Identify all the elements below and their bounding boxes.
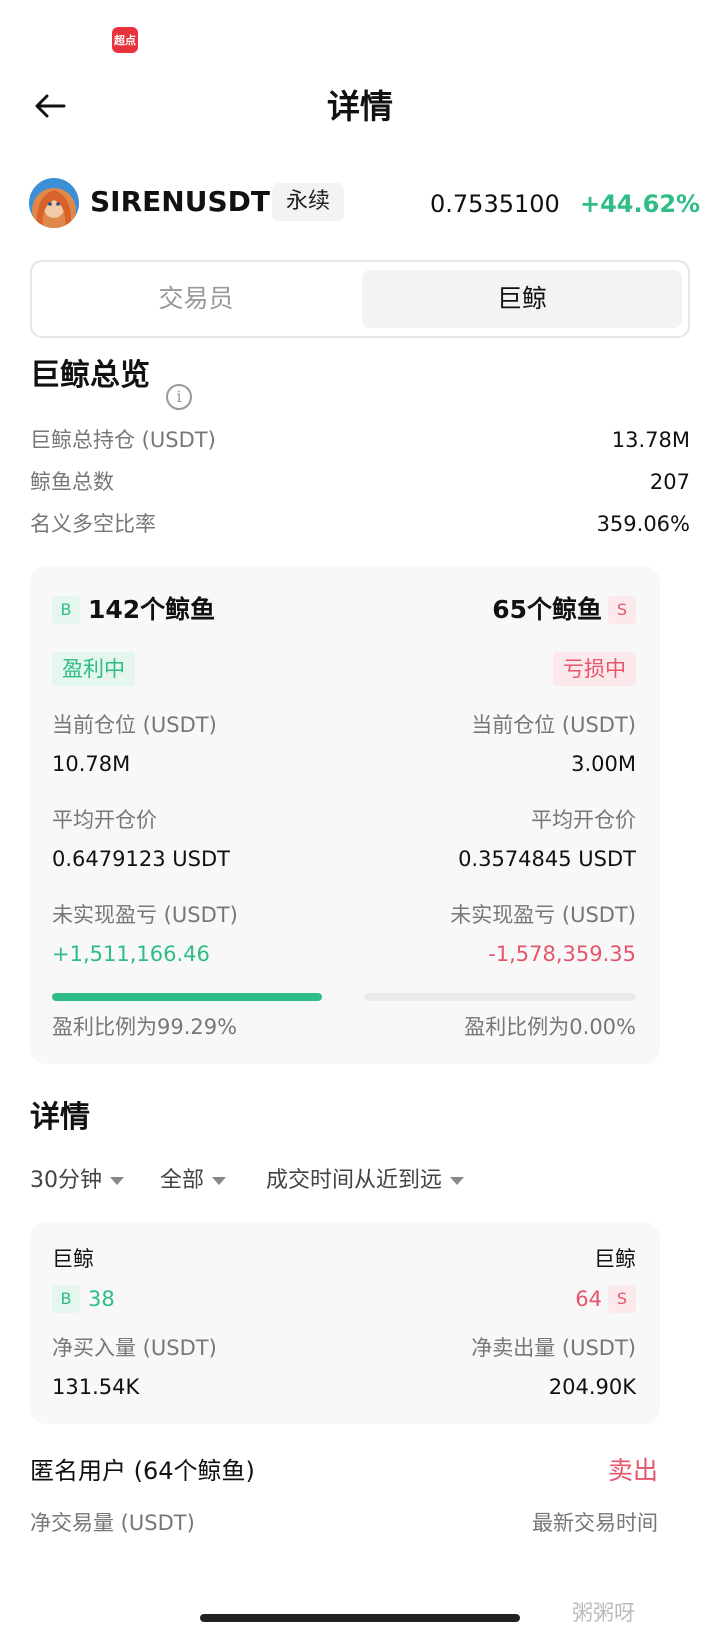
long-avg-price-label: 平均开仓价	[52, 808, 157, 832]
long-profit-ratio: 盈利比例为99.29%	[52, 1015, 238, 1039]
short-position-label: 当前仓位 (USDT)	[471, 713, 636, 737]
anon-users-title: 匿名用户 (64个鲸鱼)	[30, 1457, 255, 1485]
page-title: 详情	[327, 87, 393, 126]
token-avatar	[29, 178, 79, 228]
loss-status-badge: 亏损中	[553, 652, 636, 686]
profit-status-badge: 盈利中	[52, 652, 135, 686]
ticker-symbol: SIRENUSDT	[90, 185, 270, 218]
net-volume-col-header: 净交易量 (USDT)	[30, 1511, 195, 1535]
caret-down-icon	[110, 1177, 124, 1185]
sell-tag: S	[608, 1285, 636, 1313]
long-tag: B	[52, 596, 80, 624]
long-profit-bar	[52, 993, 322, 1001]
sell-whale-title: 巨鲸	[594, 1247, 636, 1271]
app-badge-icon: 超点	[112, 27, 138, 53]
net-sell-label: 净卖出量 (USDT)	[471, 1336, 636, 1360]
long-pnl-value: +1,511,166.46	[52, 942, 210, 966]
long-avg-price-value: 0.6479123 USDT	[52, 847, 230, 871]
short-avg-price-value: 0.3574845 USDT	[458, 847, 636, 871]
filter-sort-label: 成交时间从近到远	[266, 1168, 443, 1193]
short-profit-ratio: 盈利比例为0.00%	[464, 1015, 636, 1039]
filter-side[interactable]: 全部	[160, 1165, 227, 1197]
short-avg-price-label: 平均开仓价	[531, 808, 636, 832]
short-whale-count: 65个鲸鱼	[492, 595, 602, 624]
ticker-price: 0.7535100	[430, 190, 560, 218]
overview-title: 巨鲸总览	[30, 358, 150, 393]
whale-count-value: 207	[649, 470, 690, 494]
long-pnl-label: 未实现盈亏 (USDT)	[52, 903, 238, 927]
net-sell-value: 204.90K	[548, 1375, 636, 1399]
ticker-change: +44.62%	[580, 190, 701, 218]
short-pnl-label: 未实现盈亏 (USDT)	[450, 903, 636, 927]
tab-whales[interactable]: 巨鲸	[362, 270, 682, 328]
watermark: 粥粥呀	[572, 1601, 635, 1625]
short-position-value: 3.00M	[571, 752, 636, 776]
buy-whale-title: 巨鲸	[52, 1247, 94, 1271]
net-buy-label: 净买入量 (USDT)	[52, 1336, 217, 1360]
filter-interval-label: 30分钟	[30, 1168, 102, 1193]
info-icon[interactable]: i	[166, 384, 192, 410]
whale-count-label: 鲸鱼总数	[30, 470, 114, 494]
caret-down-icon	[450, 1177, 465, 1185]
long-whale-count: 142个鲸鱼	[88, 595, 216, 624]
filter-interval[interactable]: 30分钟	[30, 1165, 124, 1197]
short-tag: S	[608, 596, 636, 624]
long-short-ratio-label: 名义多空比率	[30, 512, 156, 536]
long-short-ratio-value: 359.06%	[596, 512, 690, 536]
long-position-label: 当前仓位 (USDT)	[52, 713, 217, 737]
filter-sort[interactable]: 成交时间从近到远	[266, 1165, 465, 1197]
latest-time-col-header: 最新交易时间	[532, 1511, 658, 1535]
total-position-value: 13.78M	[611, 428, 690, 452]
caret-down-icon	[212, 1177, 227, 1185]
total-position-label: 巨鲸总持仓 (USDT)	[30, 428, 216, 452]
buy-whale-count: 38	[88, 1287, 115, 1311]
short-profit-bar	[364, 993, 636, 1001]
sell-whale-count: 64	[575, 1287, 602, 1311]
buy-tag: B	[52, 1285, 80, 1313]
tab-bar: 交易员 巨鲸	[30, 260, 690, 338]
tab-traders[interactable]: 交易员	[36, 270, 356, 328]
sell-action-label[interactable]: 卖出	[608, 1454, 658, 1488]
sell-action-text: 卖出	[607, 1456, 658, 1485]
long-position-value: 10.78M	[52, 752, 131, 776]
filter-side-label: 全部	[160, 1168, 205, 1193]
details-title: 详情	[30, 1100, 90, 1135]
contract-type-badge: 永续	[272, 183, 345, 221]
home-indicator[interactable]	[200, 1614, 520, 1622]
net-buy-value: 131.54K	[52, 1375, 140, 1399]
short-pnl-value: -1,578,359.35	[488, 942, 636, 966]
